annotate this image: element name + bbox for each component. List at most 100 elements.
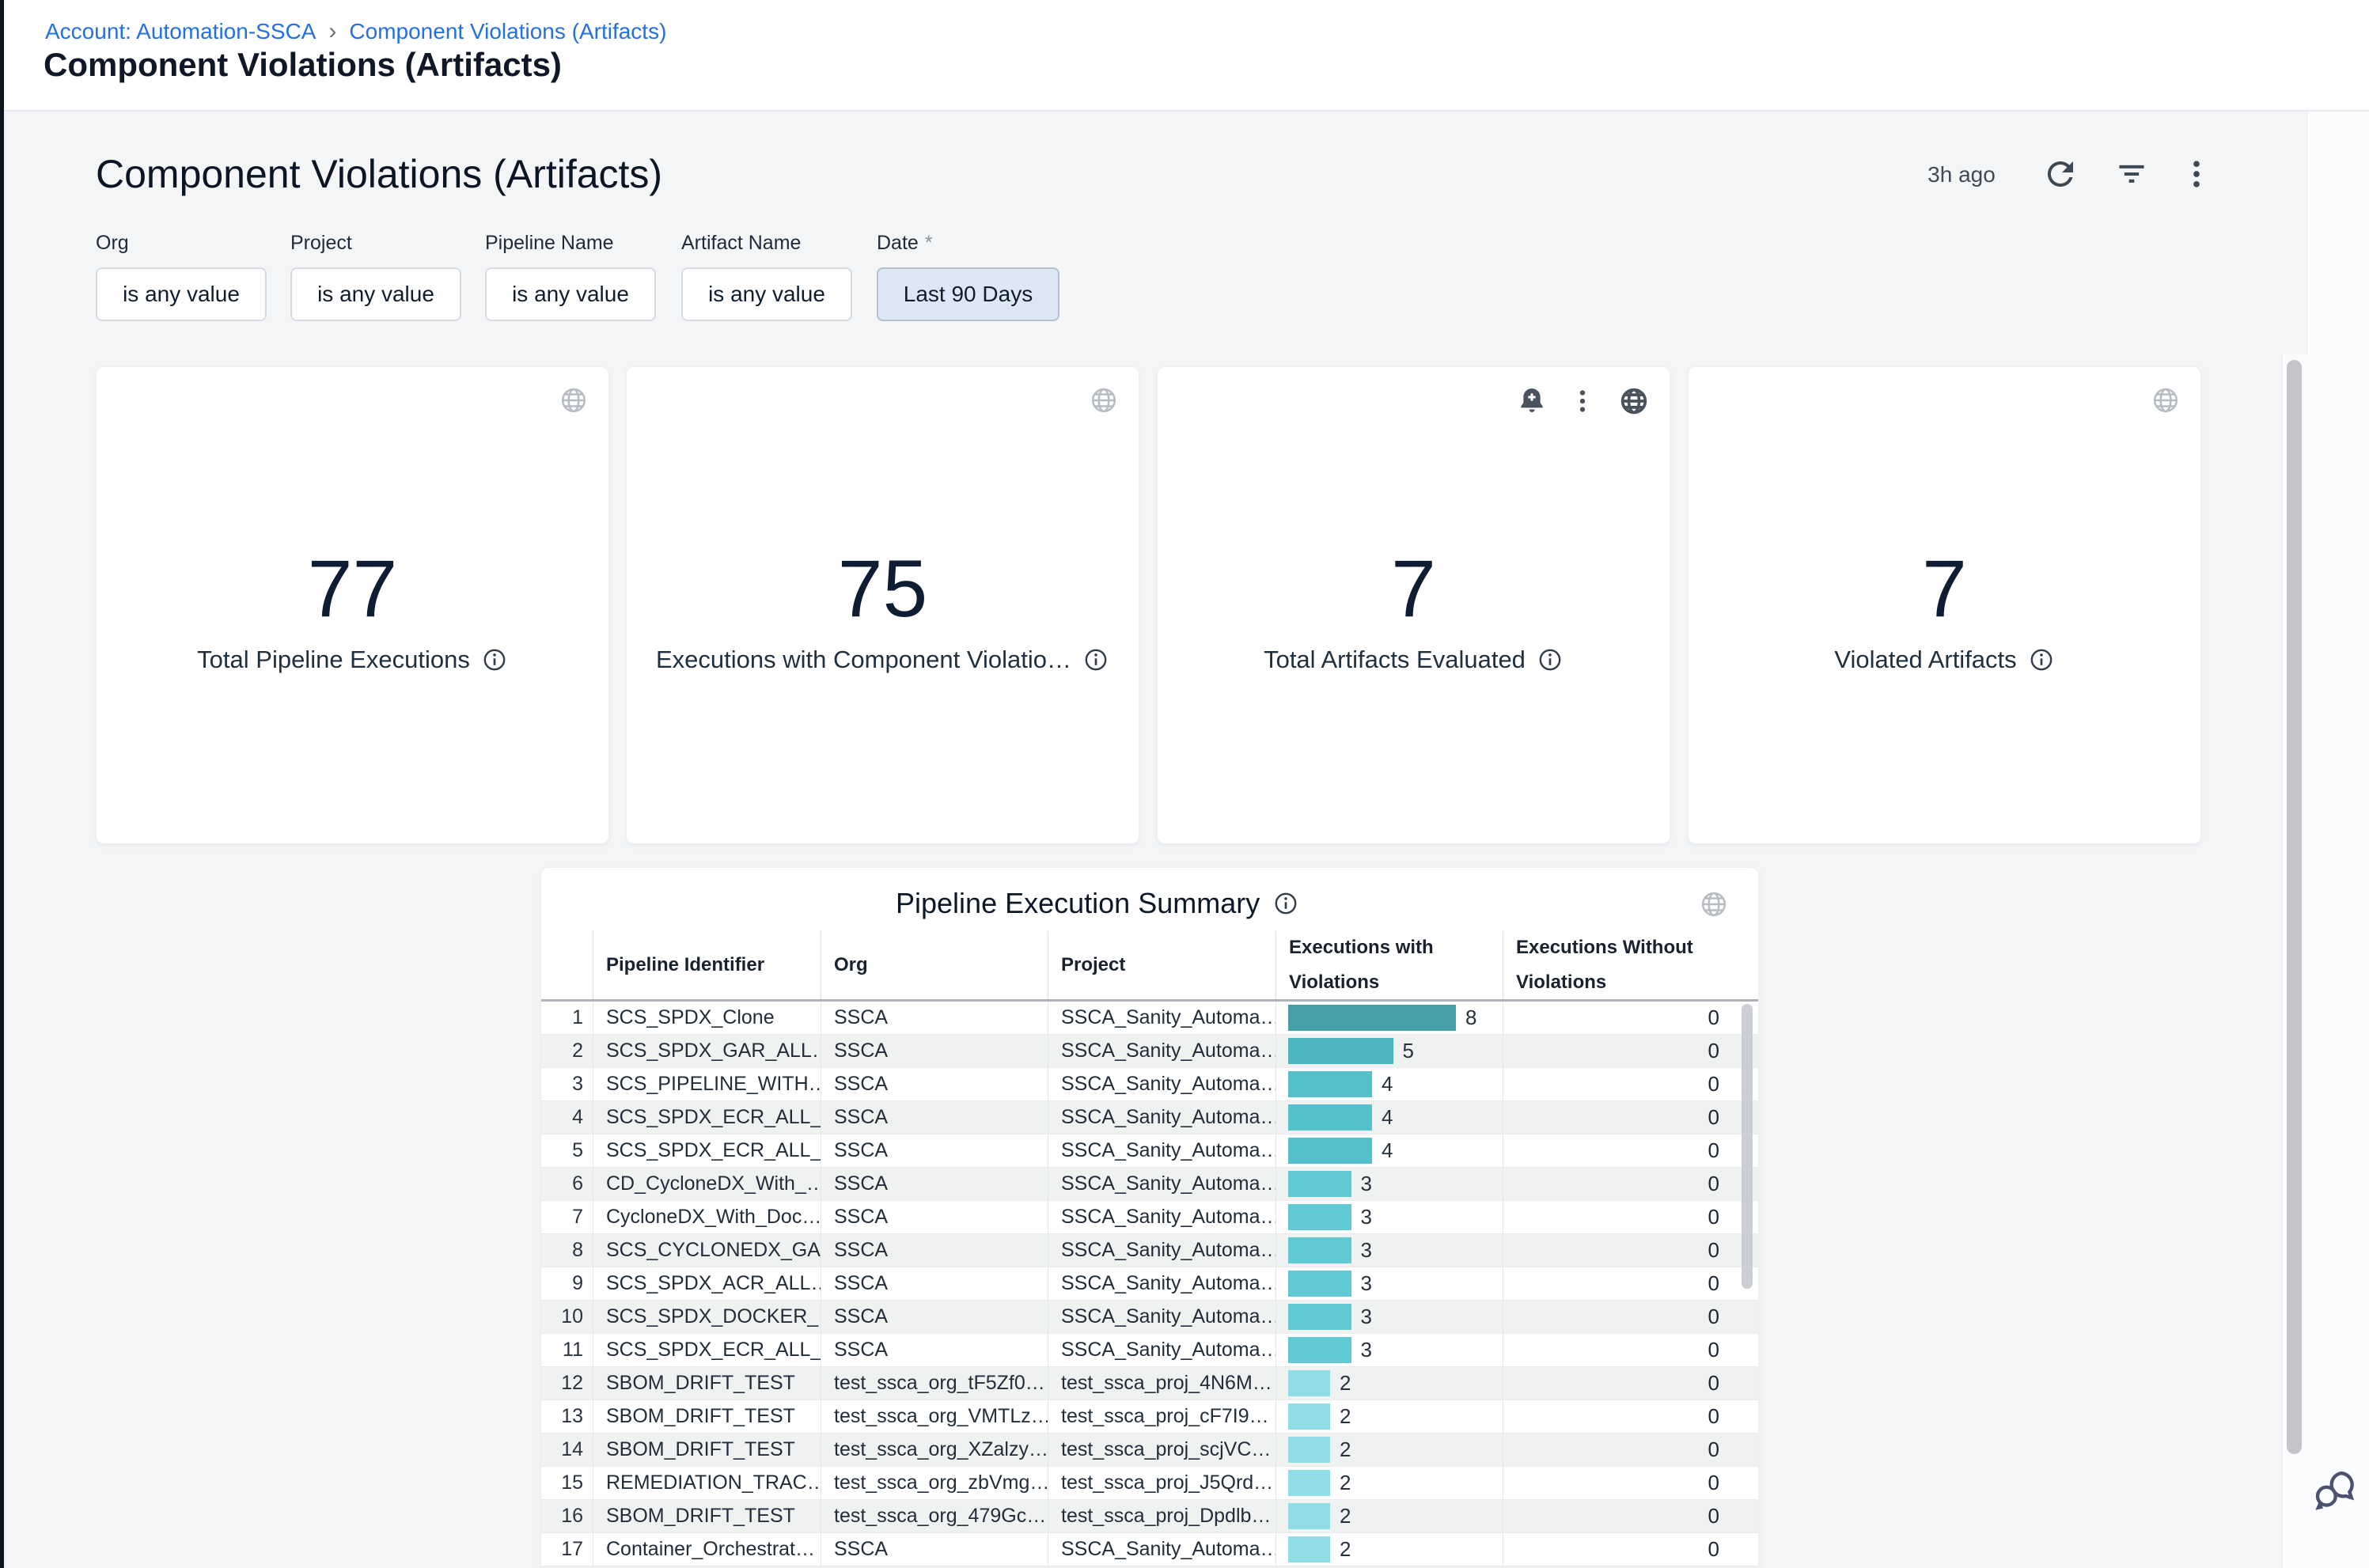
table-row[interactable]: 10 SCS_SPDX_DOCKER_… SSCA SSCA_Sanity_Au… (541, 1301, 1758, 1334)
refresh-icon[interactable] (2041, 155, 2079, 193)
filter-chip-project[interactable]: is any value (290, 267, 461, 321)
filter-chip-date[interactable]: Last 90 Days (877, 267, 1059, 321)
table-row[interactable]: 8 SCS_CYCLONEDX_GA… SSCA SSCA_Sanity_Aut… (541, 1234, 1758, 1267)
info-icon[interactable] (1272, 890, 1299, 917)
cell-project: test_ssca_proj_cF7I9… (1048, 1400, 1275, 1433)
cell-project: SSCA_Sanity_Automa… (1048, 1201, 1275, 1233)
table-row[interactable]: 5 SCS_SPDX_ECR_ALL_… SSCA SSCA_Sanity_Au… (541, 1134, 1758, 1168)
explore-globe-icon[interactable] (1617, 384, 1651, 418)
violations-bar (1288, 1337, 1351, 1363)
cell-executions-without-violations: 0 (1503, 1500, 1732, 1532)
cell-executions-with-violations: 4 (1275, 1134, 1503, 1167)
cell-project: SSCA_Sanity_Automa… (1048, 1533, 1275, 1566)
violations-count: 4 (1382, 1104, 1393, 1131)
cell-pipeline-identifier: SBOM_DRIFT_TEST (593, 1434, 821, 1466)
explore-globe-icon[interactable] (1698, 888, 1730, 920)
table-row[interactable]: 13 SBOM_DRIFT_TEST test_ssca_org_VMTLz… … (541, 1400, 1758, 1434)
cell-executions-with-violations: 2 (1275, 1367, 1503, 1399)
violations-count: 2 (1340, 1536, 1351, 1562)
cell-pipeline-identifier: SCS_SPDX_DOCKER_… (593, 1301, 821, 1333)
dashboard-menu-kebab-icon[interactable] (2179, 157, 2214, 191)
violations-count: 3 (1361, 1337, 1372, 1363)
dashboard-title: Component Violations (Artifacts) (96, 151, 662, 197)
violations-bar (1288, 1536, 1330, 1562)
table-row[interactable]: 2 SCS_SPDX_GAR_ALL… SSCA SSCA_Sanity_Aut… (541, 1035, 1758, 1068)
table-row[interactable]: 9 SCS_SPDX_ACR_ALL… SSCA SSCA_Sanity_Aut… (541, 1267, 1758, 1301)
help-chat-icon[interactable] (2312, 1467, 2358, 1513)
filter-chip-org[interactable]: is any value (96, 267, 267, 321)
table-row[interactable]: 11 SCS_SPDX_ECR_ALL_… SSCA SSCA_Sanity_A… (541, 1334, 1758, 1367)
info-icon[interactable] (1082, 646, 1109, 673)
page-scrollbar-thumb[interactable] (2287, 360, 2302, 1454)
cell-executions-with-violations: 3 (1275, 1267, 1503, 1300)
explore-globe-icon[interactable] (1088, 384, 1120, 416)
table-row[interactable]: 1 SCS_SPDX_Clone SSCA SSCA_Sanity_Automa… (541, 1002, 1758, 1035)
violations-count: 4 (1382, 1071, 1393, 1097)
cell-executions-without-violations: 0 (1503, 1467, 1732, 1499)
cell-project: test_ssca_proj_J5Qrd… (1048, 1467, 1275, 1499)
cell-executions-without-violations: 0 (1503, 1234, 1732, 1267)
column-header-org[interactable]: Org (821, 931, 1048, 999)
column-header-executions-without-violations[interactable]: Executions Without Violations (1503, 931, 1732, 999)
column-header-executions-with-violations[interactable]: Executions with Violations (1275, 931, 1503, 999)
page-scrollbar-track[interactable] (2282, 354, 2307, 1568)
breadcrumb-page-link[interactable]: Component Violations (Artifacts) (349, 19, 666, 44)
tile-menu-kebab-icon[interactable] (1568, 387, 1597, 415)
table-header-row: Pipeline Identifier Org Project Executio… (541, 931, 1758, 999)
info-icon[interactable] (2028, 646, 2055, 673)
cell-executions-with-violations: 3 (1275, 1234, 1503, 1267)
row-filler (1732, 1500, 1758, 1532)
table-row[interactable]: 3 SCS_PIPELINE_WITH… SSCA SSCA_Sanity_Au… (541, 1068, 1758, 1101)
table-row[interactable]: 15 REMEDIATION_TRAC… test_ssca_org_zbVmg… (541, 1467, 1758, 1500)
filter-chip-pipeline-name[interactable]: is any value (485, 267, 656, 321)
cell-pipeline-identifier: REMEDIATION_TRAC… (593, 1467, 821, 1499)
filter-label-date: Date* (877, 232, 933, 255)
table-row[interactable]: 16 SBOM_DRIFT_TEST test_ssca_org_479Gc… … (541, 1500, 1758, 1533)
info-icon[interactable] (481, 646, 508, 673)
cell-org: SSCA (821, 1035, 1048, 1067)
filter-label-org: Org (96, 232, 129, 255)
violations-count: 2 (1340, 1503, 1351, 1529)
metric-card-total-pipeline-executions: 77 Total Pipeline Executions (96, 366, 609, 844)
table-row[interactable]: 17 Container_Orchestrat… SSCA SSCA_Sanit… (541, 1533, 1758, 1566)
filter-icon[interactable] (2114, 157, 2149, 191)
cell-pipeline-identifier: SCS_SPDX_ECR_ALL_… (593, 1134, 821, 1167)
row-index: 13 (541, 1400, 593, 1433)
table-scrollbar-thumb[interactable] (1742, 1004, 1753, 1289)
row-index: 2 (541, 1035, 593, 1067)
metric-label: Violated Artifacts (1834, 646, 2016, 674)
table-row[interactable]: 6 CD_CycloneDX_With_… SSCA SSCA_Sanity_A… (541, 1168, 1758, 1201)
column-header-pipeline-identifier[interactable]: Pipeline Identifier (593, 931, 821, 999)
filter-chip-artifact-name[interactable]: is any value (681, 267, 852, 321)
cell-pipeline-identifier: CD_CycloneDX_With_… (593, 1168, 821, 1200)
explore-globe-icon[interactable] (2150, 384, 2181, 416)
cell-project: SSCA_Sanity_Automa… (1048, 1068, 1275, 1100)
cell-executions-with-violations: 2 (1275, 1500, 1503, 1532)
table-row[interactable]: 14 SBOM_DRIFT_TEST test_ssca_org_XZalzy…… (541, 1434, 1758, 1467)
cell-org: test_ssca_org_479Gc… (821, 1500, 1048, 1532)
cell-pipeline-identifier: SCS_PIPELINE_WITH… (593, 1068, 821, 1100)
metric-value: 7 (1689, 543, 2200, 635)
explore-globe-icon[interactable] (558, 384, 589, 416)
violations-bar (1288, 1071, 1372, 1097)
cell-executions-without-violations: 0 (1503, 1267, 1732, 1300)
cell-pipeline-identifier: SCS_SPDX_Clone (593, 1002, 821, 1034)
cell-executions-with-violations: 2 (1275, 1533, 1503, 1566)
table-row[interactable]: 7 CycloneDX_With_Doc… SSCA SSCA_Sanity_A… (541, 1201, 1758, 1234)
row-index: 11 (541, 1334, 593, 1366)
column-header-project[interactable]: Project (1048, 931, 1275, 999)
row-index: 16 (541, 1500, 593, 1532)
violations-bar (1288, 1171, 1351, 1197)
info-icon[interactable] (1537, 646, 1564, 673)
alert-bell-add-icon[interactable] (1516, 385, 1548, 417)
cell-org: SSCA (821, 1068, 1048, 1100)
cell-project: SSCA_Sanity_Automa… (1048, 1168, 1275, 1200)
row-filler (1732, 1400, 1758, 1433)
cell-pipeline-identifier: SCS_SPDX_ECR_ALL_… (593, 1101, 821, 1134)
table-row[interactable]: 12 SBOM_DRIFT_TEST test_ssca_org_tF5Zf0…… (541, 1367, 1758, 1400)
breadcrumb-account-link[interactable]: Account: Automation-SSCA (45, 19, 316, 44)
table-row[interactable]: 4 SCS_SPDX_ECR_ALL_… SSCA SSCA_Sanity_Au… (541, 1101, 1758, 1134)
cell-project: SSCA_Sanity_Automa… (1048, 1035, 1275, 1067)
cell-project: SSCA_Sanity_Automa… (1048, 1334, 1275, 1366)
top-header: Account: Automation-SSCA › Component Vio… (4, 0, 2369, 112)
